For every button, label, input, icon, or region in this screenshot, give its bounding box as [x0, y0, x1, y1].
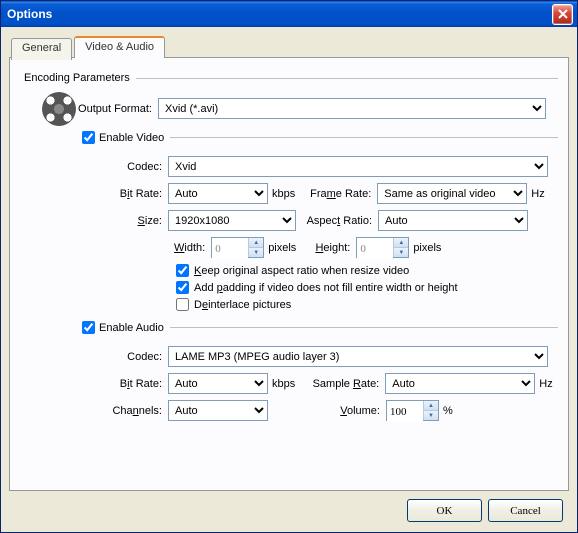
unit-pixels-1: pixels [264, 242, 300, 254]
label-width: Width: [168, 242, 211, 254]
label-height: Height: [300, 242, 356, 254]
height-input[interactable] [357, 238, 393, 259]
chevron-down-icon[interactable]: ▼ [423, 411, 438, 420]
label-aspect-ratio: Aspect Ratio: [296, 215, 378, 227]
add-padding-label: Add padding if video does not fill entir… [194, 282, 458, 294]
volume-spinner[interactable]: ▲▼ [386, 400, 439, 421]
tab-panel: Encoding Parameters Output Format: Xvid … [9, 57, 569, 491]
group-enable-video: Enable Video Codec: Xvid Bit Rate: Auto … [78, 131, 558, 311]
label-size: Size: [92, 215, 168, 227]
video-codec-select[interactable]: Xvid [168, 156, 548, 177]
chevron-down-icon[interactable]: ▼ [248, 248, 263, 257]
cancel-button[interactable]: Cancel [488, 499, 563, 522]
frame-rate-select[interactable]: Same as original video [377, 183, 527, 204]
tab-video-audio[interactable]: Video & Audio [74, 36, 165, 58]
tab-general[interactable]: General [11, 38, 72, 60]
chevron-up-icon[interactable]: ▲ [423, 401, 438, 411]
volume-input[interactable] [387, 401, 423, 422]
titlebar: Options [1, 1, 577, 27]
label-frame-rate: Frame Rate: [299, 188, 377, 200]
group-enable-audio: Enable Audio Codec: LAME MP3 (MPEG audio… [78, 321, 558, 421]
enable-video-checkbox[interactable] [82, 131, 95, 144]
sample-rate-select[interactable]: Auto [385, 373, 535, 394]
enable-video-label: Enable Video [99, 132, 164, 144]
chevron-up-icon[interactable]: ▲ [393, 238, 408, 248]
close-button[interactable] [552, 4, 573, 25]
enable-audio-label: Enable Audio [99, 322, 164, 334]
channels-select[interactable]: Auto [168, 400, 268, 421]
unit-pixels-2: pixels [409, 242, 445, 254]
button-bar: OK Cancel [9, 491, 569, 524]
options-dialog: Options General Video & Audio Encoding P… [0, 0, 578, 533]
client-area: General Video & Audio Encoding Parameter… [1, 27, 577, 532]
label-audio-codec: Codec: [92, 351, 168, 363]
group-encoding-label: Encoding Parameters [24, 72, 130, 84]
output-format-select[interactable]: Xvid (*.avi) [158, 98, 546, 119]
add-padding-checkbox[interactable] [176, 281, 189, 294]
deinterlace-label: Deinterlace pictures [194, 299, 291, 311]
ok-button[interactable]: OK [407, 499, 482, 522]
tabstrip: General Video & Audio [9, 36, 569, 58]
height-spinner[interactable]: ▲▼ [356, 237, 409, 258]
audio-codec-select[interactable]: LAME MP3 (MPEG audio layer 3) [168, 346, 548, 367]
chevron-up-icon[interactable]: ▲ [248, 238, 263, 248]
width-spinner[interactable]: ▲▼ [211, 237, 264, 258]
label-audio-bitrate: Bit Rate: [92, 378, 168, 390]
label-sample-rate: Sample Rate: [299, 378, 385, 390]
keep-aspect-label: Keep original aspect ratio when resize v… [194, 265, 409, 277]
size-select[interactable]: 1920x1080 [168, 210, 296, 231]
deinterlace-checkbox[interactable] [176, 298, 189, 311]
unit-kbps-1: kbps [268, 188, 299, 200]
film-reel-icon [42, 92, 76, 126]
enable-audio-checkbox[interactable] [82, 321, 95, 334]
label-output-format: Output Format: [78, 103, 158, 115]
aspect-ratio-select[interactable]: Auto [378, 210, 528, 231]
audio-bitrate-select[interactable]: Auto [168, 373, 268, 394]
window-title: Options [7, 7, 52, 21]
label-channels: Channels: [92, 405, 168, 417]
unit-hz-2: Hz [535, 378, 556, 390]
group-encoding: Encoding Parameters Output Format: Xvid … [20, 72, 558, 421]
close-icon [558, 9, 568, 19]
label-video-codec: Codec: [92, 161, 168, 173]
video-bitrate-select[interactable]: Auto [168, 183, 268, 204]
unit-kbps-2: kbps [268, 378, 299, 390]
width-input[interactable] [212, 238, 248, 259]
keep-aspect-checkbox[interactable] [176, 264, 189, 277]
chevron-down-icon[interactable]: ▼ [393, 248, 408, 257]
unit-percent: % [439, 405, 457, 417]
unit-hz-1: Hz [527, 188, 548, 200]
label-volume: Volume: [268, 405, 386, 417]
label-video-bitrate: Bit Rate: [92, 188, 168, 200]
